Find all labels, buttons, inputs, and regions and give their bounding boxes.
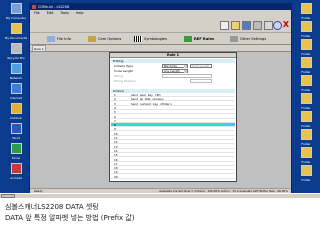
other-settings-button[interactable]: Other Settings [230, 35, 266, 43]
symbologies-label: Symbologies [144, 37, 167, 41]
desktop-icon[interactable]: Acrobat [2, 163, 30, 185]
string-position-input[interactable] [190, 79, 212, 83]
desktop-icon[interactable]: Folder [292, 165, 320, 187]
help-icon[interactable] [273, 21, 282, 30]
criteria-type-value: Bar Code [164, 64, 177, 68]
app-window: COMx.ini - LS2208 File Edit Tools Help X… [29, 3, 292, 193]
caption-line-2: DATA 앞 특정 알파벳 넣는 방법 (Prefix 값) [5, 214, 135, 222]
string-input[interactable] [162, 74, 212, 78]
com-options-button[interactable]: Com Options [88, 35, 121, 43]
menu-edit[interactable]: Edit [47, 11, 54, 15]
open-icon[interactable] [231, 21, 240, 30]
desktop-icon[interactable]: Internet [2, 83, 30, 105]
other-settings-icon [230, 36, 238, 42]
ref-rules-label: REF Rules [194, 37, 215, 41]
action-row[interactable]: 20 [111, 175, 235, 179]
settings-icon[interactable] [264, 21, 273, 30]
criteria-type-select[interactable]: Bar Code [162, 64, 188, 68]
chevron-down-icon [184, 65, 187, 68]
menu-file[interactable]: File [34, 11, 40, 15]
caption-line-1: 심볼스캐너LS2208 DATA 셋팅 [5, 203, 99, 211]
app-icon [32, 5, 36, 9]
code-length-value: Any Length [164, 69, 180, 73]
actions-list: 1 Send ascii key <B> 2 Send all that remain… [111, 93, 235, 181]
menu-help[interactable]: Help [76, 11, 84, 15]
string-position-label: String Position [114, 79, 136, 83]
rule-title: Rule 1 [110, 53, 236, 58]
save-icon[interactable] [242, 21, 251, 30]
desktop-icon[interactable]: My Computer [2, 3, 30, 25]
desktop-icon[interactable]: Word [2, 123, 30, 145]
icon-toolbar: X [30, 18, 291, 33]
desktop: My Computer My Documents Recycle Bin Net… [0, 0, 320, 198]
file-info-label: File Info [57, 37, 71, 41]
print-icon[interactable] [253, 21, 262, 30]
ref-rules-icon [184, 36, 192, 42]
code-length-select[interactable]: Any Length [162, 69, 188, 73]
editing-header: Editing [111, 59, 235, 63]
menu-bar: File Edit Tools Help [30, 10, 291, 16]
barcode-icon [134, 36, 142, 42]
desktop-icon[interactable]: Recycle Bin [2, 43, 30, 65]
desktop-icon[interactable]: My Documents [2, 23, 30, 45]
data-length-field[interactable]: Data Length [190, 64, 212, 68]
start-button[interactable] [1, 194, 15, 198]
other-settings-label: Other Settings [240, 37, 267, 41]
symbologies-button[interactable]: Symbologies [134, 35, 167, 43]
menu-tools[interactable]: Tools [60, 11, 68, 15]
rule-panel: Rule 1 Editing Criteria Type Bar Code Da… [109, 52, 237, 182]
desktop-icon[interactable]: Outlook [2, 103, 30, 125]
ref-rules-button[interactable]: REF Rules [184, 35, 214, 43]
action-number: 20 [114, 174, 118, 179]
chevron-down-icon [184, 70, 187, 73]
desktop-icon[interactable]: Excel [2, 143, 30, 165]
file-info-button[interactable]: File Info [47, 35, 71, 43]
window-title: COMx.ini - LS2208 [38, 5, 70, 9]
desktop-icon[interactable]: Network [2, 63, 30, 85]
string-label: String [114, 74, 123, 78]
code-length-label: Code Length [114, 69, 133, 73]
com-options-label: Com Options [98, 37, 122, 41]
com-options-icon [88, 36, 96, 42]
criteria-type-label: Criteria Type [114, 64, 133, 68]
file-info-icon [47, 36, 55, 42]
exit-icon[interactable]: X [282, 21, 290, 30]
section-toolbar: File Info Com Options Symbologies REF Ru… [30, 33, 291, 45]
new-icon[interactable] [220, 21, 229, 30]
taskbar [0, 193, 320, 198]
